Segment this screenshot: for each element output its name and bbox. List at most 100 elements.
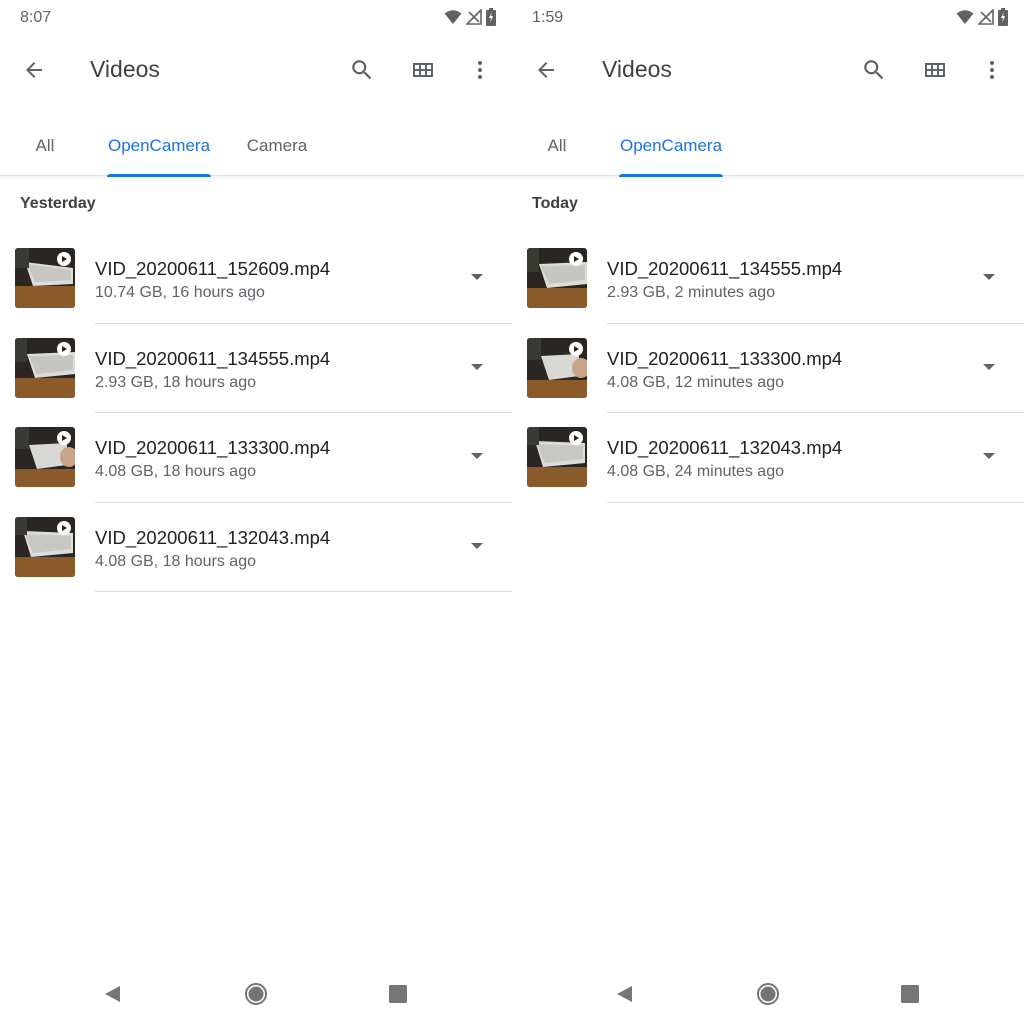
expand-button[interactable] bbox=[462, 531, 492, 561]
more-vert-icon bbox=[990, 61, 994, 79]
no-signal-icon bbox=[466, 9, 482, 25]
dropdown-arrow-icon bbox=[471, 363, 483, 370]
video-thumbnail bbox=[15, 427, 75, 487]
play-icon bbox=[569, 431, 583, 445]
list-item[interactable]: VID_20200611_134555.mp4 2.93 GB, 18 hour… bbox=[0, 324, 512, 413]
section-header: Yesterday bbox=[20, 195, 96, 212]
section-header: Today bbox=[532, 195, 578, 212]
divider bbox=[95, 591, 512, 592]
status-time: 1:59 bbox=[532, 9, 564, 26]
dropdown-arrow-icon bbox=[471, 274, 483, 280]
tab-indicator bbox=[107, 174, 211, 177]
file-list: VID_20200611_152609.mp4 10.74 GB, 16 hou… bbox=[0, 234, 512, 592]
nav-home-icon bbox=[245, 983, 267, 1005]
grid-view-button[interactable] bbox=[405, 52, 441, 88]
screen-left: 8:07 Videos All OpenCamera Camera Yester… bbox=[0, 0, 512, 1024]
more-vert-icon bbox=[478, 61, 482, 79]
system-nav-bar bbox=[512, 974, 1024, 1014]
app-bar: Videos bbox=[0, 40, 512, 100]
tab-label: All bbox=[547, 136, 567, 155]
tab-indicator bbox=[619, 174, 723, 177]
play-icon bbox=[57, 520, 71, 535]
nav-recents-button[interactable] bbox=[378, 974, 418, 1014]
file-name: VID_20200611_133300.mp4 bbox=[607, 347, 843, 369]
tab-bar: All OpenCamera Camera bbox=[0, 116, 512, 177]
no-signal-icon bbox=[978, 9, 994, 25]
play-icon bbox=[57, 341, 71, 356]
nav-back-icon bbox=[105, 986, 120, 1002]
status-icons bbox=[956, 8, 1008, 26]
file-meta: 4.08 GB, 18 hours ago bbox=[95, 552, 256, 570]
list-item[interactable]: VID_20200611_132043.mp4 4.08 GB, 18 hour… bbox=[0, 503, 512, 592]
page-title: Videos bbox=[90, 56, 160, 82]
grid-view-button[interactable] bbox=[917, 52, 953, 88]
play-icon bbox=[57, 252, 71, 266]
dropdown-arrow-icon bbox=[983, 363, 995, 370]
nav-home-button[interactable] bbox=[236, 974, 276, 1014]
more-options-button[interactable] bbox=[974, 52, 1010, 88]
list-item[interactable]: VID_20200611_152609.mp4 10.74 GB, 16 hou… bbox=[0, 234, 512, 324]
dropdown-arrow-icon bbox=[983, 274, 995, 280]
dropdown-arrow-icon bbox=[983, 453, 995, 459]
nav-recents-icon bbox=[901, 985, 919, 1003]
nav-home-button[interactable] bbox=[748, 974, 788, 1014]
tab-label: OpenCamera bbox=[619, 136, 723, 155]
video-thumbnail bbox=[15, 337, 75, 398]
play-icon bbox=[57, 431, 71, 445]
status-time: 8:07 bbox=[20, 9, 52, 26]
tab-all[interactable]: All bbox=[534, 116, 580, 176]
video-thumbnail bbox=[15, 516, 75, 577]
tab-camera[interactable]: Camera bbox=[240, 116, 314, 176]
nav-back-button[interactable] bbox=[92, 974, 132, 1014]
expand-button[interactable] bbox=[462, 262, 492, 292]
expand-button[interactable] bbox=[462, 441, 492, 471]
more-options-button[interactable] bbox=[462, 52, 498, 88]
list-item[interactable]: VID_20200611_134555.mp4 2.93 GB, 2 minut… bbox=[512, 234, 1024, 324]
video-thumbnail bbox=[527, 248, 587, 308]
play-icon bbox=[569, 341, 583, 356]
tab-all[interactable]: All bbox=[22, 116, 68, 176]
wifi-icon bbox=[956, 10, 974, 24]
search-button[interactable] bbox=[856, 52, 892, 88]
file-meta: 10.74 GB, 16 hours ago bbox=[95, 284, 265, 301]
wifi-icon bbox=[444, 10, 462, 24]
screen-right: 1:59 Videos All OpenCamera Today VID_202… bbox=[512, 0, 1024, 1024]
nav-back-button[interactable] bbox=[604, 974, 644, 1014]
file-meta: 2.93 GB, 18 hours ago bbox=[95, 373, 256, 391]
battery-charging-icon bbox=[998, 8, 1008, 26]
expand-button[interactable] bbox=[974, 262, 1004, 292]
file-meta: 4.08 GB, 12 minutes ago bbox=[607, 373, 784, 391]
search-button[interactable] bbox=[344, 52, 380, 88]
status-bar: 8:07 bbox=[0, 0, 512, 36]
nav-back-icon bbox=[617, 986, 632, 1002]
nav-home-icon bbox=[757, 983, 779, 1005]
nav-recents-button[interactable] bbox=[890, 974, 930, 1014]
app-bar: Videos bbox=[512, 40, 1024, 100]
back-button[interactable] bbox=[528, 52, 564, 88]
back-arrow-icon bbox=[538, 62, 554, 78]
list-item[interactable]: VID_20200611_133300.mp4 4.08 GB, 18 hour… bbox=[0, 413, 512, 503]
tab-opencamera[interactable]: OpenCamera bbox=[104, 116, 214, 177]
tab-opencamera[interactable]: OpenCamera bbox=[616, 116, 726, 177]
grid-view-icon bbox=[925, 63, 945, 77]
list-item[interactable]: VID_20200611_132043.mp4 4.08 GB, 24 minu… bbox=[512, 413, 1024, 503]
expand-button[interactable] bbox=[462, 352, 492, 382]
search-icon bbox=[352, 60, 372, 80]
dropdown-arrow-icon bbox=[471, 453, 483, 459]
file-name: VID_20200611_133300.mp4 bbox=[95, 437, 331, 458]
expand-button[interactable] bbox=[974, 441, 1004, 471]
tab-label: Camera bbox=[246, 136, 308, 155]
page-title: Videos bbox=[602, 56, 672, 82]
expand-button[interactable] bbox=[974, 352, 1004, 382]
search-icon bbox=[864, 60, 884, 80]
tab-label: OpenCamera bbox=[107, 136, 211, 155]
tab-bar: All OpenCamera bbox=[512, 116, 1024, 177]
video-thumbnail bbox=[527, 427, 587, 487]
status-icons bbox=[444, 8, 496, 26]
nav-recents-icon bbox=[389, 985, 407, 1003]
status-bar: 1:59 bbox=[512, 0, 1024, 36]
back-button[interactable] bbox=[16, 52, 52, 88]
system-nav-bar bbox=[0, 974, 512, 1014]
list-item[interactable]: VID_20200611_133300.mp4 4.08 GB, 12 minu… bbox=[512, 324, 1024, 413]
file-meta: 2.93 GB, 2 minutes ago bbox=[607, 284, 776, 301]
